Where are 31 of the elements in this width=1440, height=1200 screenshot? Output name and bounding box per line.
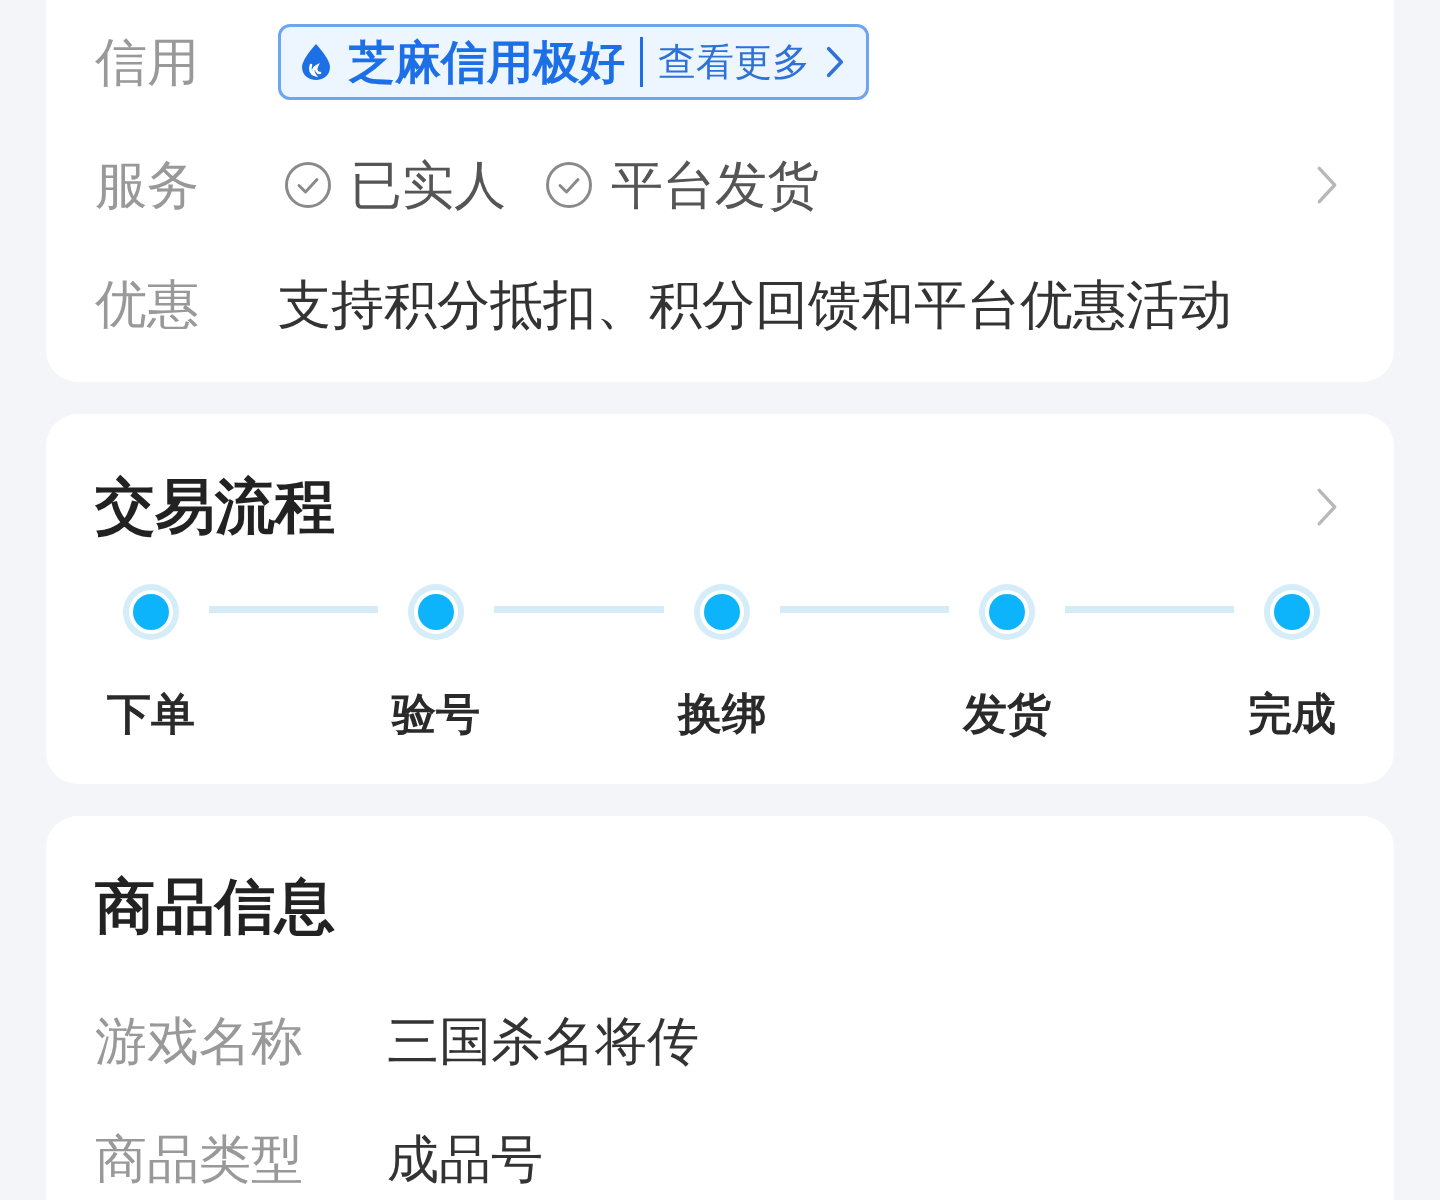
credit-badge[interactable]: 芝麻信用极好 查看更多 [278, 24, 869, 100]
credit-rating-text: 芝麻信用极好 [349, 39, 625, 85]
step-dot-icon [1264, 584, 1320, 640]
step-label: 下单 [107, 692, 195, 736]
step-label: 发货 [962, 692, 1051, 736]
chevron-right-icon[interactable] [1316, 165, 1338, 205]
chevron-right-icon[interactable] [826, 46, 844, 78]
step-dot-icon [408, 584, 465, 640]
drop-icon [301, 43, 331, 81]
view-more-link[interactable]: 查看更多 [658, 43, 810, 81]
row-value: 支持积分抵扣、积分回馈和平台优惠活动 [278, 277, 1232, 331]
section-title: 商品信息 [95, 877, 335, 937]
step-dot-icon [978, 584, 1035, 640]
step-label: 完成 [1248, 692, 1336, 736]
row-label: 信用 [95, 36, 200, 88]
row-label: 游戏名称 [95, 1015, 304, 1067]
row-value: 三国杀名将传 [387, 1015, 699, 1067]
row-label: 优惠 [95, 278, 200, 330]
service-label: 已实人 [350, 159, 506, 211]
row-label: 服务 [95, 159, 200, 211]
step-label: 换绑 [677, 692, 766, 736]
check-circle-icon [545, 161, 593, 209]
step-dot-icon [123, 584, 179, 640]
row-label: 商品类型 [95, 1133, 304, 1185]
service-label: 平台发货 [611, 159, 819, 211]
section-title: 交易流程 [95, 477, 335, 537]
step-dot-icon [693, 584, 750, 640]
row-value: 成品号 [387, 1133, 543, 1185]
check-circle-icon [284, 161, 332, 209]
chevron-right-icon[interactable] [1316, 487, 1338, 527]
step-label: 验号 [392, 692, 481, 736]
